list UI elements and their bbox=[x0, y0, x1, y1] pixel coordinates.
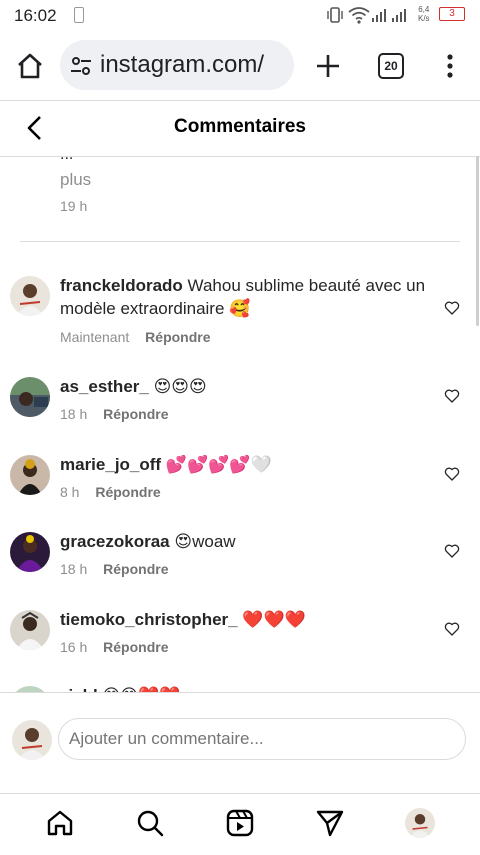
my-avatar bbox=[12, 720, 52, 760]
battery-indicator: 3 bbox=[439, 7, 465, 21]
more-link[interactable]: plus bbox=[60, 170, 91, 190]
status-time: 16:02 bbox=[14, 6, 57, 25]
avatar[interactable] bbox=[10, 377, 50, 417]
heart-icon[interactable] bbox=[444, 543, 460, 559]
heart-icon[interactable] bbox=[444, 300, 460, 316]
network-speed: 6,4 K/s bbox=[418, 5, 430, 23]
comment-list[interactable]: ... plus 19 h franckeldorado Wahou subli… bbox=[0, 156, 480, 692]
wifi-icon bbox=[348, 7, 370, 24]
more-options-icon[interactable] bbox=[440, 52, 460, 80]
site-settings-icon[interactable] bbox=[70, 55, 92, 77]
new-tab-button[interactable] bbox=[314, 52, 342, 80]
comment-username[interactable]: marie_jo_off bbox=[60, 455, 161, 474]
comment-time: 19 h bbox=[60, 198, 88, 214]
comment-username[interactable]: franckeldorado bbox=[60, 276, 183, 295]
comment-time: Maintenant bbox=[60, 329, 130, 345]
comment-username[interactable]: as_esther_ bbox=[60, 377, 149, 396]
search-icon[interactable] bbox=[135, 808, 165, 838]
comment-body: 😍woaw bbox=[174, 532, 236, 551]
url-text[interactable]: instagram.com/ bbox=[100, 51, 264, 79]
avatar[interactable] bbox=[10, 455, 50, 495]
scrollbar[interactable] bbox=[476, 156, 479, 326]
vibrate-icon bbox=[327, 7, 343, 23]
comment-body: 😍😍😍 bbox=[153, 377, 207, 396]
comment-time: 16 h bbox=[60, 639, 88, 655]
reply-button[interactable]: Répondre bbox=[103, 639, 168, 655]
comment-input[interactable] bbox=[58, 718, 466, 760]
truncated-ellipsis: ... bbox=[60, 156, 73, 164]
comment-time: 8 h bbox=[60, 484, 80, 500]
avatar[interactable] bbox=[10, 276, 50, 316]
avatar[interactable] bbox=[10, 610, 50, 650]
tab-switcher-button[interactable]: 20 bbox=[378, 53, 404, 79]
page-title: Commentaires bbox=[174, 116, 306, 137]
comment-username[interactable]: tiemoko_christopher_ bbox=[60, 610, 238, 629]
comment-body: ❤️❤️❤️ bbox=[242, 610, 306, 629]
comment-time: 18 h bbox=[60, 406, 88, 422]
home-icon[interactable] bbox=[45, 808, 75, 838]
heart-icon[interactable] bbox=[444, 621, 460, 637]
divider bbox=[20, 241, 460, 242]
comment-time: 18 h bbox=[60, 561, 88, 577]
reply-button[interactable]: Répondre bbox=[103, 561, 168, 577]
avatar[interactable] bbox=[10, 532, 50, 572]
reply-button[interactable]: Répondre bbox=[145, 329, 210, 345]
signal-icon bbox=[372, 9, 406, 22]
reels-icon[interactable] bbox=[225, 808, 255, 838]
heart-icon[interactable] bbox=[444, 388, 460, 404]
comment-username[interactable]: gracezokoraa bbox=[60, 532, 170, 551]
reply-button[interactable]: Répondre bbox=[95, 484, 160, 500]
comment-body: 💕💕💕💕🤍 bbox=[165, 455, 272, 474]
home-button[interactable] bbox=[14, 50, 46, 82]
reply-button[interactable]: Répondre bbox=[103, 406, 168, 422]
phone-icon bbox=[74, 7, 84, 23]
direct-message-icon[interactable] bbox=[315, 808, 345, 838]
heart-icon[interactable] bbox=[444, 466, 460, 482]
profile-avatar[interactable] bbox=[405, 808, 435, 838]
